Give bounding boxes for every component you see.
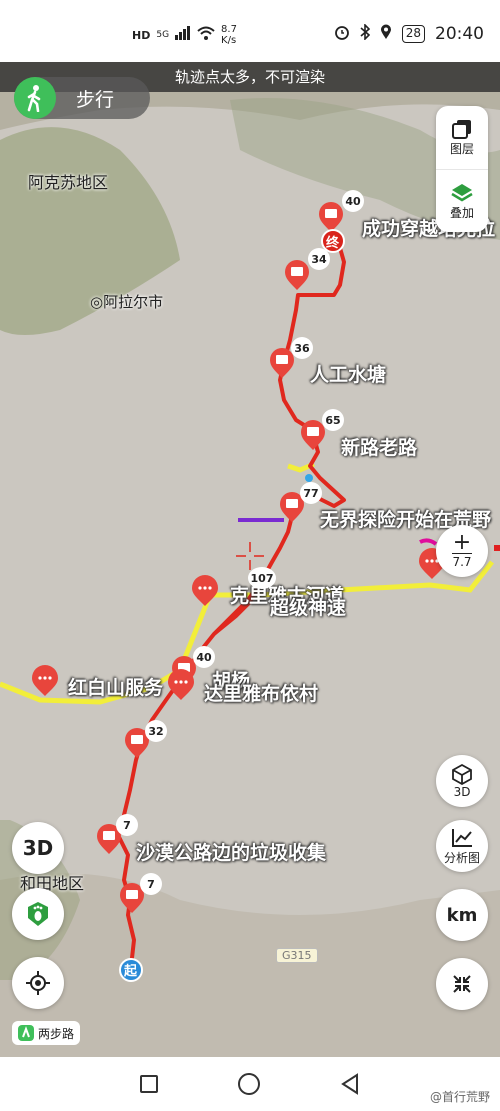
count-badge: 32 [145, 720, 167, 742]
map-canvas[interactable]: 阿克苏地区 ◎阿拉尔市 和田地区 G315 成功穿越塔克拉 人工水塘 新路老路 … [0, 62, 500, 1057]
overlay-icon [451, 183, 473, 201]
start-label: 起 [124, 964, 138, 979]
net-speed: 8.7 K/s [221, 24, 237, 46]
waypoint-label-trash[interactable]: 沙漠公路边的垃圾收集 [136, 838, 326, 865]
status-bar: HD 5G 8.7 K/s 28 20:40 [0, 0, 500, 62]
waypoint-label-super[interactable]: 超级神速 [270, 593, 346, 620]
wifi-icon [197, 26, 215, 44]
view-3d-label: 3D [453, 785, 471, 799]
unit-toggle-button[interactable]: km [436, 889, 488, 941]
status-right: 28 20:40 [334, 23, 484, 44]
clock: 20:40 [435, 24, 484, 44]
zoom-plus: + [452, 530, 472, 555]
place-aksu: 阿克苏地区 [28, 173, 109, 192]
layers-label: 图层 [449, 142, 474, 156]
analysis-label: 分析图 [443, 850, 480, 865]
brand-label: 两步路 [38, 1026, 75, 1041]
system-nav-bar [0, 1057, 500, 1111]
walk-icon [14, 77, 56, 119]
layers-icon [452, 120, 471, 139]
locate-button[interactable] [12, 957, 64, 1009]
home-button[interactable] [238, 1073, 260, 1095]
mode-selector[interactable]: 步行 [14, 77, 150, 119]
bluetooth-icon [360, 23, 370, 44]
watermark: @首行荒野 [429, 1090, 490, 1104]
layers-panel: 图层 叠加 [436, 106, 488, 232]
back-button[interactable] [340, 1073, 360, 1095]
collapse-icon [453, 975, 471, 993]
overlay-label: 叠加 [449, 205, 474, 220]
unit-label: km [446, 904, 478, 926]
zoom-button[interactable]: + 7.7 [436, 525, 488, 577]
view-3d-button[interactable]: 3D [436, 755, 488, 807]
count-badge: 40 [193, 646, 215, 668]
recents-button[interactable] [140, 1075, 158, 1093]
blue-dot [305, 474, 313, 482]
end-label: 终 [326, 236, 340, 251]
chart-icon [452, 828, 472, 847]
layers-button[interactable]: 图层 [436, 106, 488, 169]
count-badge: 36 [291, 337, 313, 359]
analysis-button[interactable]: 分析图 [436, 820, 488, 872]
fullscreen-button[interactable] [436, 958, 488, 1010]
cube-icon [452, 763, 472, 785]
mode-3d-button[interactable]: 3D [12, 822, 64, 874]
locate-icon [26, 971, 50, 995]
place-alar: ◎阿拉尔市 [90, 293, 164, 311]
mode-3d-label: 3D [22, 836, 54, 860]
road-sign-g315: G315 [276, 948, 318, 963]
status-left: HD 5G 8.7 K/s [132, 24, 237, 46]
mode-label: 步行 [76, 88, 115, 111]
count-badge: 34 [308, 248, 330, 270]
battery-indicator: 28 [401, 25, 425, 43]
overlay-button[interactable]: 叠加 [436, 169, 488, 232]
network-type: HD [132, 28, 151, 42]
net-speed-unit: K/s [221, 35, 237, 46]
count-badge: 40 [342, 190, 364, 212]
waypoint-label-water[interactable]: 人工水塘 [310, 360, 386, 387]
location-icon [380, 24, 392, 44]
count-badge: 77 [300, 482, 322, 504]
alarm-icon [334, 24, 350, 44]
count-badge: 65 [322, 409, 344, 431]
app-screen: HD 5G 8.7 K/s 28 20:40 阿克苏地区 ◎阿拉尔市 和田地区 … [0, 0, 500, 1111]
net-speed-value: 8.7 [221, 24, 237, 35]
signal-type: 5G [156, 30, 170, 40]
map-layer [0, 62, 500, 1057]
brand-tag: 两步路 [12, 1021, 81, 1045]
waypoint-label-hongbai[interactable]: 红白山服务 [68, 673, 163, 700]
brand-icon [18, 1025, 34, 1041]
footprint-button[interactable] [12, 888, 64, 940]
waypoint-label-village[interactable]: 达里雅布依村 [204, 679, 318, 706]
count-badge: 7 [116, 814, 138, 836]
count-badge: 107 [248, 567, 276, 589]
waypoint-label-newroad[interactable]: 新路老路 [341, 433, 417, 460]
zoom-level: 7.7 [452, 553, 472, 569]
footprint-icon [28, 902, 48, 926]
signal-icon [175, 26, 191, 44]
count-badge: 7 [140, 873, 162, 895]
